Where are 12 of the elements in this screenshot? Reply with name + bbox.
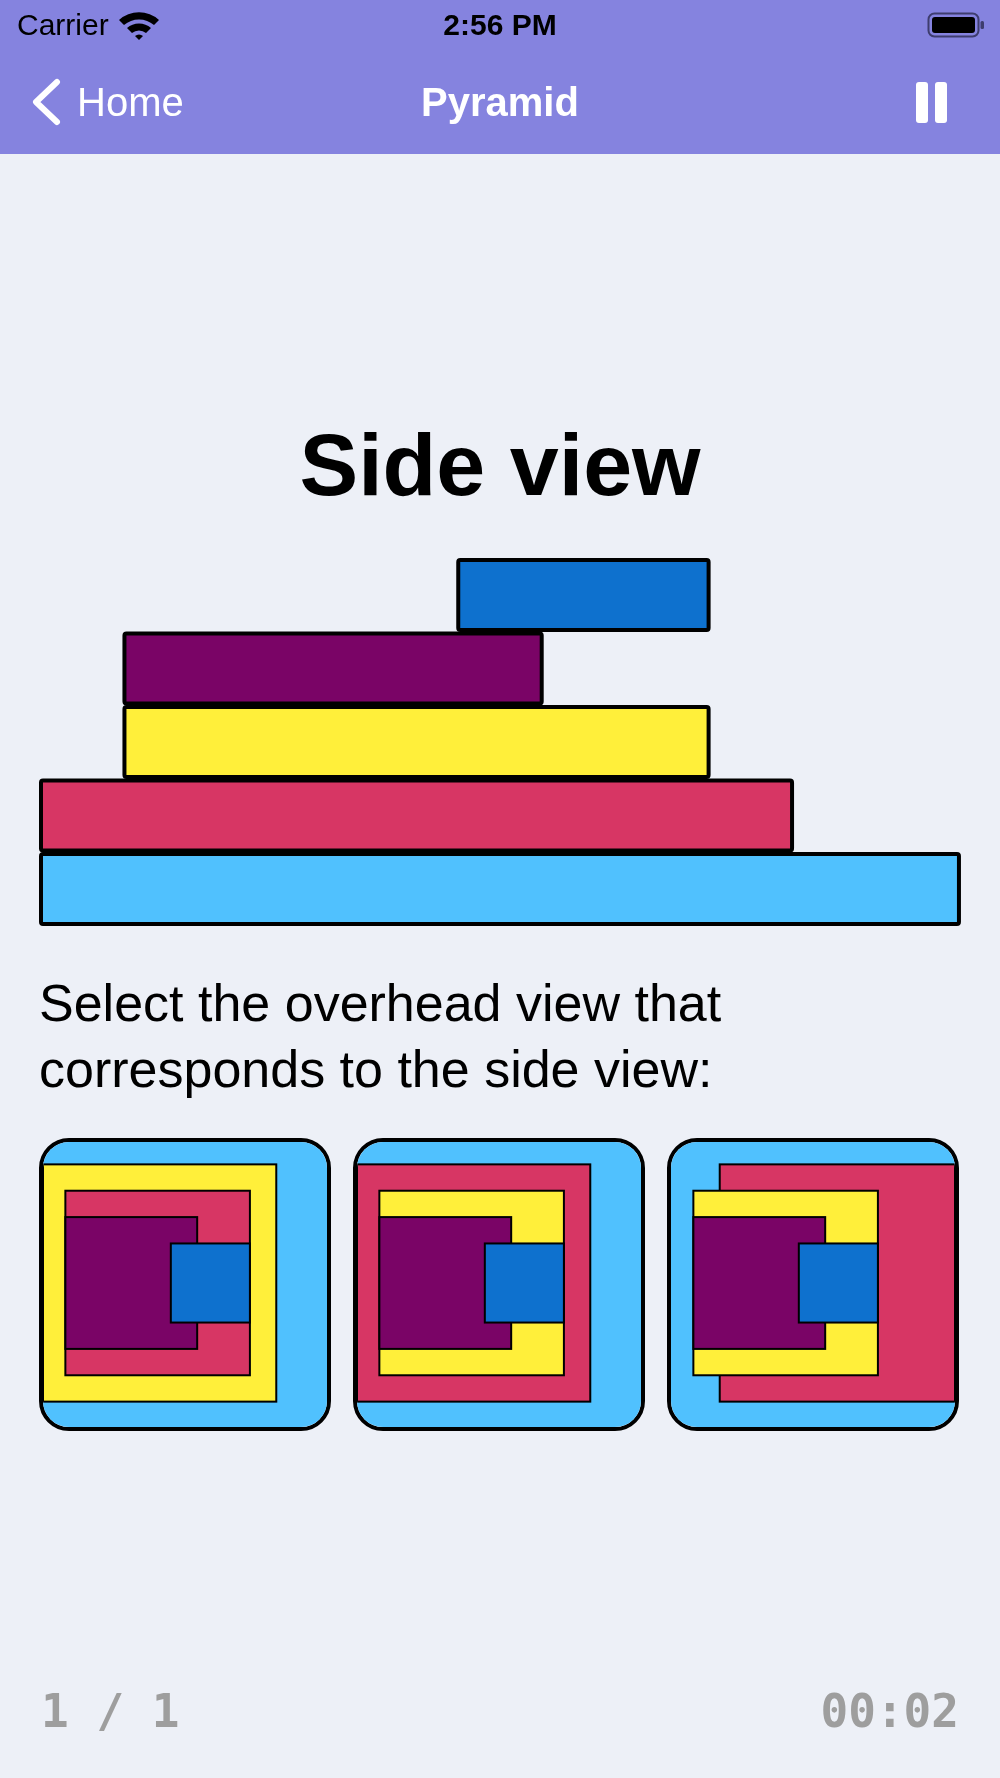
instruction-text: Select the overhead view that corresponds to the side view: — [39, 973, 723, 1100]
chevron-left-icon — [31, 78, 61, 126]
pause-button[interactable] — [916, 81, 947, 123]
carrier-label: Carrier — [17, 7, 109, 43]
view-heading: Side view — [298, 415, 702, 515]
clock-time: 2:56 PM — [443, 7, 557, 43]
back-button[interactable]: Home — [31, 78, 184, 126]
elapsed-timer: 00:02 — [820, 1683, 959, 1739]
pause-icon — [916, 81, 947, 123]
screen-title: Pyramid — [421, 79, 579, 126]
battery-icon — [927, 12, 985, 38]
question-counter: 1 / 1 — [41, 1683, 180, 1739]
